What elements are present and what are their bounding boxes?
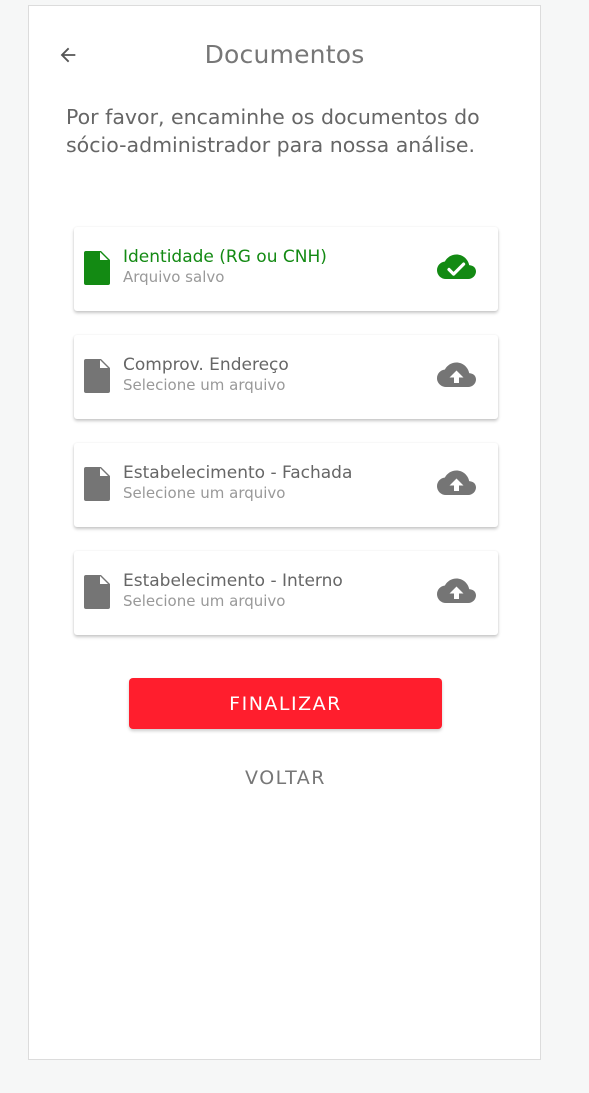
file-icon (84, 359, 110, 393)
document-item-identidade[interactable]: Identidade (RG ou CNH) Arquivo salvo (74, 227, 498, 311)
document-status: Selecione um arquivo (123, 376, 286, 394)
document-name: Identidade (RG ou CNH) (123, 247, 327, 267)
cloud-upload-icon[interactable] (437, 361, 477, 393)
document-status: Arquivo salvo (123, 268, 225, 286)
document-list: Identidade (RG ou CNH) Arquivo salvo Com… (74, 227, 498, 659)
page-title: Documentos (204, 40, 365, 69)
cloud-upload-icon[interactable] (437, 469, 477, 501)
file-icon (84, 251, 110, 285)
finalize-button[interactable]: FINALIZAR (129, 678, 442, 729)
cloud-check-icon[interactable] (437, 253, 477, 285)
document-name: Comprov. Endereço (123, 355, 289, 375)
intro-text: Por favor, encaminhe os documentos do só… (66, 105, 480, 157)
document-item-comprovante-endereco[interactable]: Comprov. Endereço Selecione um arquivo (74, 335, 498, 419)
document-status: Selecione um arquivo (123, 484, 286, 502)
cloud-upload-icon[interactable] (437, 577, 477, 609)
document-status: Selecione um arquivo (123, 592, 286, 610)
header: Documentos (29, 6, 540, 106)
file-icon (84, 467, 110, 501)
document-item-fachada[interactable]: Estabelecimento - Fachada Selecione um a… (74, 443, 498, 527)
document-item-interno[interactable]: Estabelecimento - Interno Selecione um a… (74, 551, 498, 635)
back-text-button[interactable]: VOLTAR (209, 758, 362, 798)
file-icon (84, 575, 110, 609)
documents-card: Documentos Por favor, encaminhe os docum… (28, 5, 541, 1060)
document-name: Estabelecimento - Interno (123, 571, 343, 591)
document-name: Estabelecimento - Fachada (123, 463, 353, 483)
